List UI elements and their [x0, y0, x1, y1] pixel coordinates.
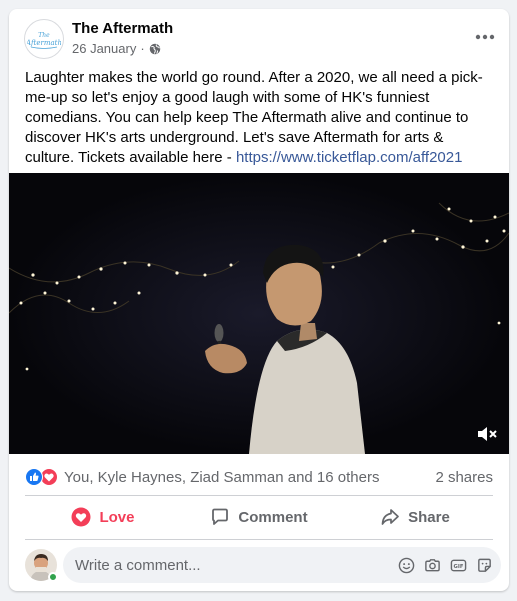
- comment-icon: [212, 508, 229, 525]
- sticker-icon[interactable]: [475, 556, 493, 574]
- shares-count[interactable]: 2 shares: [435, 469, 493, 486]
- ellipsis-icon: [475, 34, 495, 40]
- gif-icon[interactable]: GIF: [449, 556, 467, 574]
- video-frame: [9, 173, 509, 454]
- globe-icon[interactable]: [149, 43, 161, 55]
- divider-bottom: [25, 539, 493, 540]
- post-text: Laughter makes the world go round. After…: [25, 68, 495, 168]
- post-header: The Aftermath The Aftermath 26 January ·: [9, 9, 509, 71]
- svg-text:The: The: [38, 32, 50, 39]
- post-actions: Love Comment Share: [25, 499, 493, 535]
- ticket-link[interactable]: https://www.ticketflap.com/aff2021: [236, 149, 463, 166]
- comment-composer: Write a comment... GIF: [25, 547, 501, 583]
- comment-label: Comment: [238, 508, 308, 526]
- svg-text:Aftermath: Aftermath: [27, 39, 61, 47]
- share-button[interactable]: Share: [337, 499, 493, 535]
- svg-text:GIF: GIF: [453, 563, 463, 569]
- mute-button[interactable]: [475, 422, 499, 446]
- share-label: Share: [408, 508, 450, 526]
- more-options-button[interactable]: [471, 23, 499, 51]
- user-avatar[interactable]: [25, 549, 58, 582]
- like-icon: [25, 468, 43, 486]
- aftermath-logo: The Aftermath: [27, 32, 61, 49]
- post-date[interactable]: 26 January: [72, 41, 136, 56]
- emoji-icon[interactable]: [397, 556, 415, 574]
- online-status-dot: [48, 572, 58, 582]
- camera-icon[interactable]: [423, 556, 441, 574]
- reactions-left[interactable]: You, Kyle Haynes, Ziad Samman and 16 oth…: [25, 468, 379, 486]
- love-icon: [71, 507, 91, 527]
- post-meta: 26 January ·: [72, 41, 161, 56]
- meta-separator: ·: [140, 41, 145, 56]
- reaction-names[interactable]: You, Kyle Haynes, Ziad Samman and 16 oth…: [64, 469, 379, 486]
- video-player[interactable]: [9, 173, 509, 454]
- volume-muted-icon: [478, 427, 497, 441]
- comment-button[interactable]: Comment: [181, 499, 337, 535]
- comment-input-icons: GIF: [397, 556, 493, 574]
- post-card: The Aftermath The Aftermath 26 January ·: [9, 9, 509, 591]
- comment-placeholder: Write a comment...: [75, 556, 201, 574]
- page-name[interactable]: The Aftermath: [72, 20, 173, 37]
- comment-input[interactable]: Write a comment... GIF: [63, 547, 501, 583]
- reactions-summary: You, Kyle Haynes, Ziad Samman and 16 oth…: [25, 462, 493, 492]
- share-icon: [381, 509, 399, 525]
- page-avatar[interactable]: The Aftermath: [24, 19, 64, 59]
- love-label: Love: [99, 508, 135, 526]
- reaction-icons: [25, 468, 58, 486]
- divider-top: [25, 495, 493, 496]
- love-button[interactable]: Love: [25, 499, 181, 535]
